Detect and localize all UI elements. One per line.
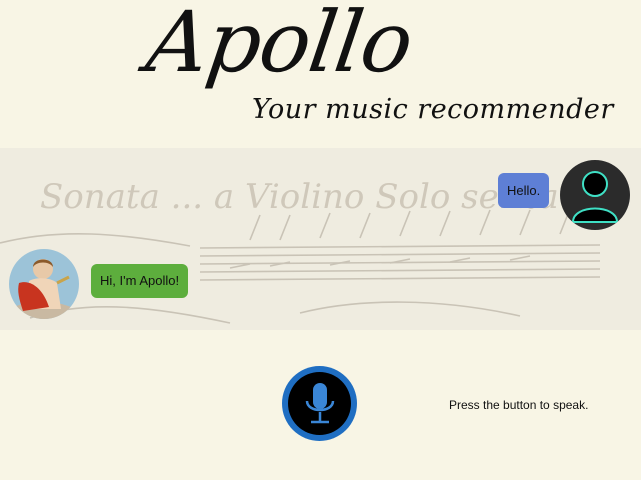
speak-hint: Press the button to speak. xyxy=(449,398,589,412)
user-avatar xyxy=(560,160,630,230)
chat-area: Sonata ... a Violino Solo senza ... Hell… xyxy=(0,148,641,330)
app-header: Apollo Your music recommender xyxy=(0,0,641,148)
app-subtitle: Your music recommender xyxy=(252,94,614,125)
microphone-button-inner[interactable] xyxy=(288,372,351,435)
microphone-button[interactable] xyxy=(282,366,357,441)
user-message-bubble: Hello. xyxy=(498,173,550,208)
voice-controls: Press the button to speak. xyxy=(0,330,641,480)
user-silhouette-icon xyxy=(571,171,619,223)
microphone-icon xyxy=(305,382,334,423)
bot-message-bubble: Hi, I'm Apollo! xyxy=(91,264,189,298)
app-title: Apollo xyxy=(141,0,419,91)
apollo-avatar xyxy=(9,249,79,319)
bot-avatar xyxy=(9,249,79,319)
